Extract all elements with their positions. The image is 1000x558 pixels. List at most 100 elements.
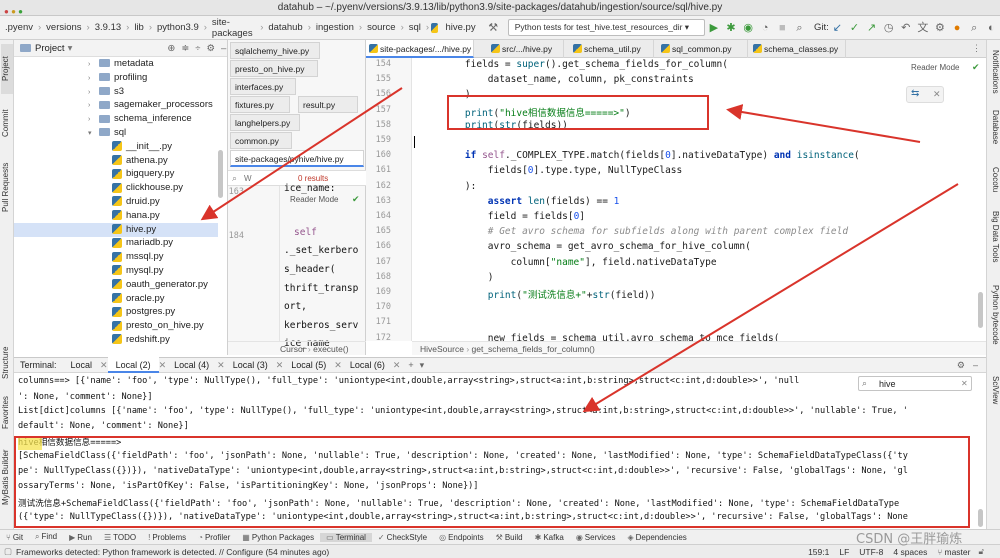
bottom-tool-build[interactable]: ⚒ Build [490,533,529,542]
tab-fixtures[interactable]: fixtures.py [230,96,290,113]
breadcrumb-item[interactable]: python3.9 [154,22,202,33]
locate-icon[interactable]: ⊕ [167,43,175,54]
close-icon[interactable]: ✕ [334,360,342,371]
chevron-down-icon[interactable]: ▾ [68,43,73,54]
reader-mode-toggle[interactable]: Reader Mode [911,63,959,72]
line-separator[interactable]: LF [839,547,849,557]
tab-common[interactable]: common.py [230,132,292,149]
terminal-tab-local-5[interactable]: Local (5) [283,357,334,373]
tree-folder[interactable]: › s3 [88,85,124,99]
terminal-tab-local[interactable]: Local [63,357,101,373]
tree-folder[interactable]: › sagemaker_processors [88,98,213,112]
tree-file[interactable]: clickhouse.py [112,181,183,195]
run-configuration-select[interactable]: Python tests for test_hive.test_resource… [507,19,706,36]
chevron-down-icon[interactable]: ▾ [420,360,425,371]
breadcrumb-item[interactable]: datahub [265,22,305,33]
tool-tab-pull-requests[interactable]: Pull Requests [1,152,13,222]
history-icon[interactable]: ◷ [882,21,895,35]
file-encoding[interactable]: UTF-8 [859,547,883,557]
bottom-tool-checkstyle[interactable]: ✓ CheckStyle [372,533,433,542]
tab-src-hive[interactable]: src/.../hive.py [488,40,564,58]
tab-langhelpers[interactable]: langhelpers.py [230,114,300,131]
bottom-tool-find[interactable]: ⌕ Find [29,532,63,542]
close-icon[interactable]: ✕ [100,360,108,371]
tool-tab-big-data-tools[interactable]: Big Data Tools [988,206,1000,268]
search-input[interactable] [244,172,280,185]
close-icon[interactable]: ✕ [933,89,941,100]
breadcrumb-item[interactable]: lib [131,22,147,33]
tab-presto-on-hive[interactable]: presto_on_hive.py [230,60,318,77]
terminal-tab-local-3[interactable]: Local (3) [225,357,276,373]
hammer-icon[interactable]: ⚒ [487,21,500,35]
minimize-icon[interactable]: – [221,43,226,54]
tree-file[interactable]: mysql.py [112,264,163,278]
minimize-icon[interactable]: – [973,360,978,370]
bottom-tool-run[interactable]: ▶ Run [63,533,98,542]
cursor-position[interactable]: 159:1 [808,547,829,557]
bottom-tool-dependencies[interactable]: ◈ Dependencies [621,533,692,542]
lock-icon[interactable]: 🔓︎ [978,546,984,557]
tool-tab-structure[interactable]: Structure [1,340,13,386]
tree-scrollbar[interactable] [218,150,223,198]
tab-site-packages-hive[interactable]: site-packages/.../hive.py [366,40,474,58]
plugin-icon[interactable]: ● [951,21,964,35]
stop-icon[interactable]: ■ [776,21,789,35]
bottom-tool-services[interactable]: ◉ Services [570,533,622,542]
floating-toolbar[interactable]: ⇆ ✕ [906,86,944,103]
breadcrumb-item[interactable]: site-packages [209,17,258,39]
gear-icon[interactable]: ⚙ [957,360,965,371]
close-icon[interactable]: ✕ [217,360,225,371]
tree-file[interactable]: bigquery.py [112,167,174,181]
editor-scrollbar[interactable] [978,292,983,328]
mid-breadcrumb-class[interactable]: Cursor [280,344,306,354]
tree-file[interactable]: hana.py [112,209,160,223]
tab-schema-util[interactable]: schema_util.py [570,40,654,58]
tree-file[interactable]: mssql.py [112,250,163,264]
project-panel-title[interactable]: Project [35,43,65,54]
tree-file[interactable]: redshift.py [112,333,170,347]
tree-file[interactable]: presto_on_hive.py [112,319,204,333]
rollback-icon[interactable]: ↶ [899,21,912,35]
tool-tab-project[interactable]: Project [1,44,13,94]
tree-file[interactable]: druid.py [112,195,160,209]
tool-tab-python-bytecode[interactable]: Python bytecode [988,282,1000,348]
terminal-tab-local-2[interactable]: Local (2) [107,357,159,373]
tool-tab-favorites[interactable]: Favorites [1,390,13,436]
collapse-icon[interactable]: ≑ [181,43,189,54]
translate-icon[interactable]: 文 [916,21,929,35]
breadcrumb-item[interactable]: ingestion [313,22,357,33]
tool-tab-sciview[interactable]: SciView [988,370,1000,410]
bottom-tool-git[interactable]: ⑂ Git [0,533,29,542]
tree-file[interactable]: athena.py [112,154,168,168]
terminal-tab-local-4[interactable]: Local (4) [166,357,217,373]
tree-file[interactable]: postgres.py [112,305,175,319]
editor-breadcrumb-class[interactable]: HiveSource [420,344,464,354]
debug-icon[interactable]: ✱ [724,21,737,35]
status-message[interactable]: Frameworks detected: Python framework is… [16,547,329,557]
bottom-tool-terminal[interactable]: ▭ Terminal [320,532,372,542]
expand-icon[interactable]: ÷ [195,43,200,54]
breadcrumb-item[interactable]: source [364,22,399,33]
bottom-tool-python-packages[interactable]: ▦ Python Packages [236,533,320,542]
tree-folder[interactable]: › metadata [88,57,154,71]
coverage-icon[interactable]: ◉ [742,21,755,35]
breadcrumb-item[interactable]: versions [43,22,84,33]
tab-pyhive-hive[interactable]: site-packages/pyhive/hive.py [230,150,364,167]
breadcrumb-item[interactable]: 3.9.13 [92,22,124,33]
breadcrumb-item[interactable]: sql [406,22,424,33]
breadcrumb-item[interactable]: hive.py [442,22,478,33]
tool-tab-cocotu[interactable]: Cocotu [988,160,1000,200]
mid-breadcrumb-method[interactable]: execute() [313,344,348,354]
tool-tab-notifications[interactable]: Notifications [988,44,1000,100]
tree-file[interactable]: mariadb.py [112,236,173,250]
tab-menu-icon[interactable]: ⋮ [972,43,981,54]
bottom-tool-kafka[interactable]: ✱ Kafka [529,533,570,542]
bottom-tool-todo[interactable]: ☰ TODO [98,533,142,542]
gear-icon[interactable]: ⚙ [207,43,216,54]
editor-breadcrumb-method[interactable]: get_schema_fields_for_column() [472,344,595,354]
tab-interfaces[interactable]: interfaces.py [230,78,296,95]
tree-file[interactable]: hive.py [14,222,218,237]
run-icon[interactable]: ▶ [707,21,720,35]
git-update-icon[interactable]: ↙ [831,21,844,35]
close-icon[interactable]: ✕ [961,379,968,388]
